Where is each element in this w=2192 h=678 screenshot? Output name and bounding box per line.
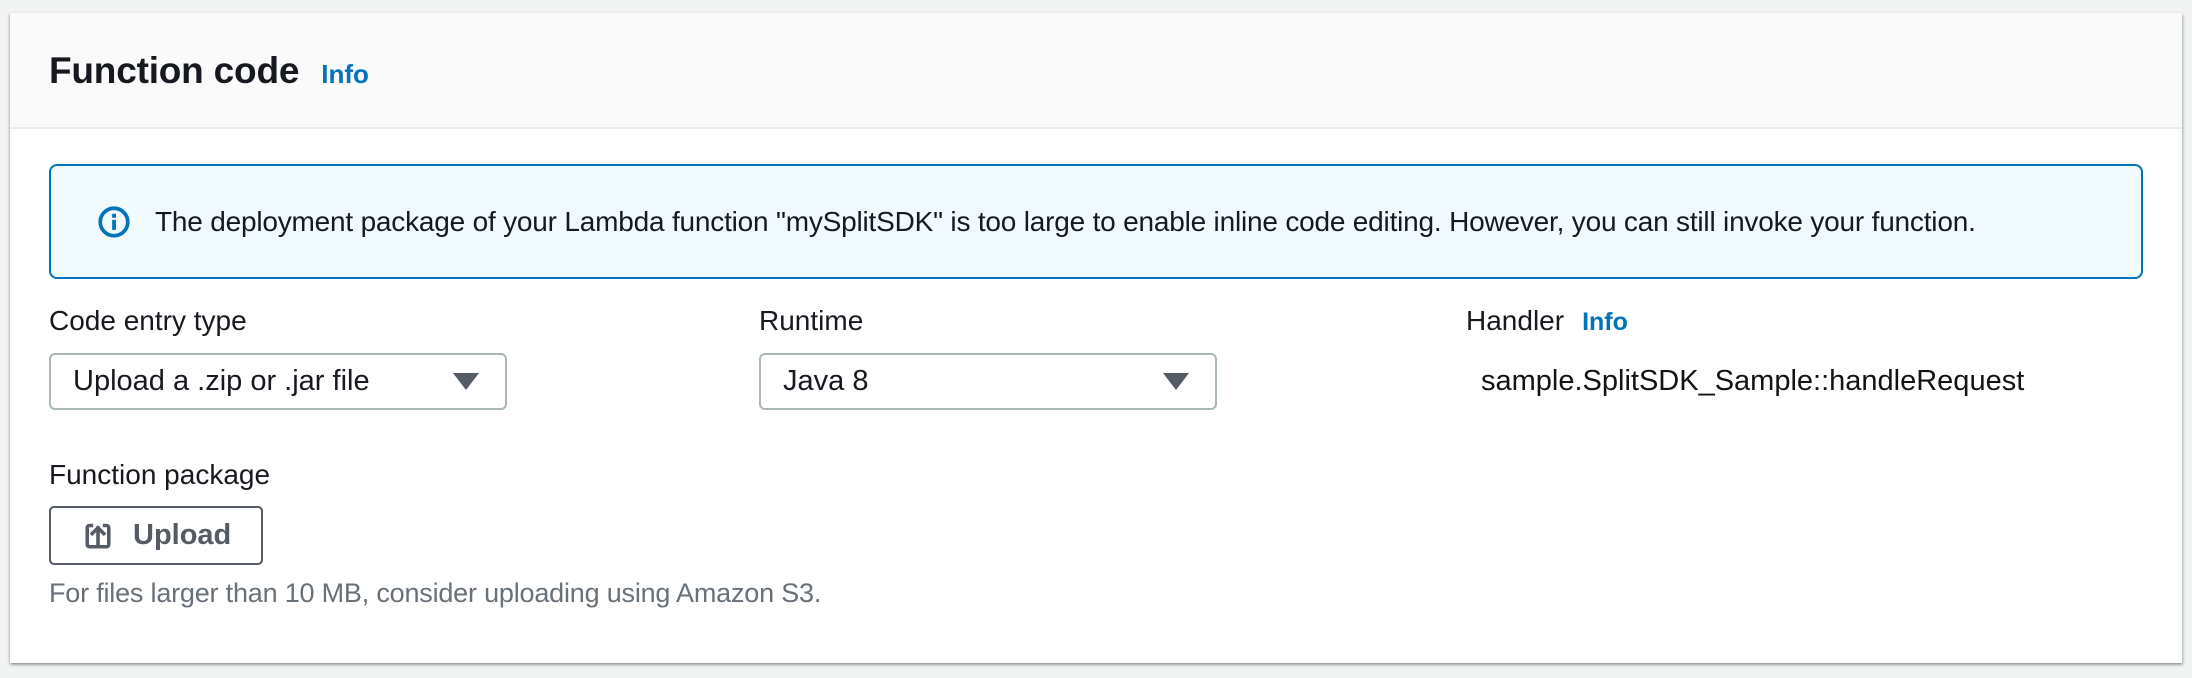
caret-down-icon bbox=[453, 373, 479, 390]
field-handler: Handler Info sample.SplitSDK_Sample::han… bbox=[1466, 304, 2143, 410]
info-alert-text: The deployment package of your Lambda fu… bbox=[155, 206, 1976, 238]
upload-button-label: Upload bbox=[133, 519, 231, 552]
upload-button[interactable]: Upload bbox=[49, 506, 263, 565]
code-entry-type-label: Code entry type bbox=[49, 304, 759, 338]
handler-info-link[interactable]: Info bbox=[1582, 308, 1628, 337]
function-package-label: Function package bbox=[49, 458, 2143, 492]
upload-icon bbox=[81, 519, 115, 553]
runtime-label: Runtime bbox=[759, 304, 1466, 338]
function-package-section: Function package Upload For files larger… bbox=[49, 458, 2143, 609]
panel-body: The deployment package of your Lambda fu… bbox=[10, 129, 2182, 609]
upload-helper-text: For files larger than 10 MB, consider up… bbox=[49, 578, 2143, 609]
handler-label-row: Handler Info bbox=[1466, 304, 2143, 338]
code-entry-type-select[interactable]: Upload a .zip or .jar file bbox=[49, 353, 507, 410]
code-entry-type-value: Upload a .zip or .jar file bbox=[73, 365, 370, 398]
handler-label: Handler bbox=[1466, 304, 1564, 338]
panel-header: Function code Info bbox=[10, 13, 2182, 129]
function-code-panel: Function code Info The deployment packag… bbox=[10, 13, 2182, 663]
info-alert: The deployment package of your Lambda fu… bbox=[49, 164, 2143, 279]
panel-info-link[interactable]: Info bbox=[321, 59, 369, 90]
panel-title: Function code bbox=[49, 13, 299, 129]
fields-row: Code entry type Upload a .zip or .jar fi… bbox=[49, 304, 2143, 410]
runtime-value: Java 8 bbox=[783, 365, 868, 398]
info-circle-icon bbox=[97, 205, 131, 239]
field-code-entry-type: Code entry type Upload a .zip or .jar fi… bbox=[49, 304, 759, 410]
handler-value[interactable]: sample.SplitSDK_Sample::handleRequest bbox=[1466, 353, 2143, 410]
runtime-select[interactable]: Java 8 bbox=[759, 353, 1217, 410]
field-runtime: Runtime Java 8 bbox=[759, 304, 1466, 410]
caret-down-icon bbox=[1163, 373, 1189, 390]
